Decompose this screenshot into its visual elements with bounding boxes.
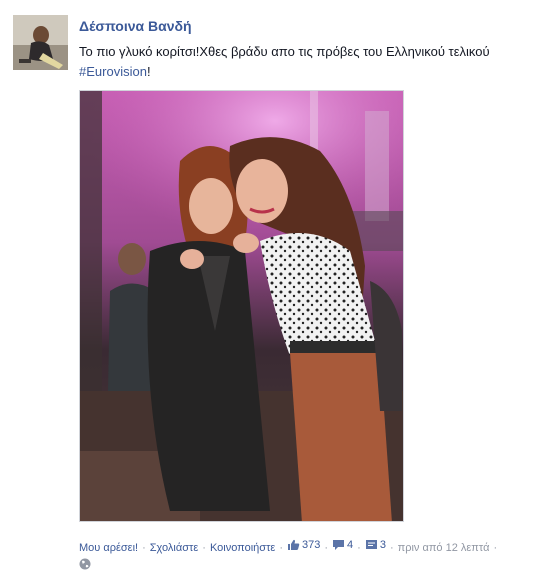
like-link[interactable]: Μου αρέσει! — [79, 542, 138, 554]
share-icon — [365, 540, 377, 549]
post-actions-bar: Μου αρέσει! · Σχολιάστε · Κοινοποιήστε · 373 · 4… — [79, 539, 554, 554]
separator: · — [493, 542, 498, 554]
author-avatar[interactable] — [13, 15, 68, 70]
shares-counter[interactable]: 3 — [365, 539, 386, 551]
separator: · — [357, 542, 361, 554]
public-globe-icon[interactable] — [79, 558, 91, 570]
post-text: Το πιο γλυκό κορίτσι!Χθες βράδυ απο τις … — [79, 42, 549, 82]
comments-count: 4 — [347, 539, 354, 551]
likes-counter[interactable]: 373 — [287, 539, 320, 551]
comments-counter[interactable]: 4 — [332, 539, 353, 551]
separator: · — [389, 542, 394, 554]
comment-link[interactable]: Σχολιάστε — [150, 542, 199, 554]
hashtag-suffix: ! — [146, 64, 151, 79]
shares-count: 3 — [379, 539, 386, 551]
post-author-name[interactable]: Δέσποινα Βανδή — [79, 18, 192, 34]
likes-count: 373 — [302, 539, 321, 551]
separator: · — [142, 542, 146, 554]
post-message: Το πιο γλυκό κορίτσι!Χθες βράδυ απο τις … — [79, 44, 490, 59]
post-timestamp[interactable]: πριν από 12 λεπτά — [398, 542, 490, 554]
share-link[interactable]: Κοινοποιήστε — [210, 542, 275, 554]
comment-icon — [333, 540, 345, 550]
post-photo[interactable] — [79, 90, 404, 522]
separator: · — [324, 542, 329, 554]
hashtag-link[interactable]: #Eurovision — [79, 64, 147, 79]
separator: · — [202, 542, 206, 554]
thumbs-up-icon — [288, 539, 300, 550]
separator: · — [279, 542, 284, 554]
